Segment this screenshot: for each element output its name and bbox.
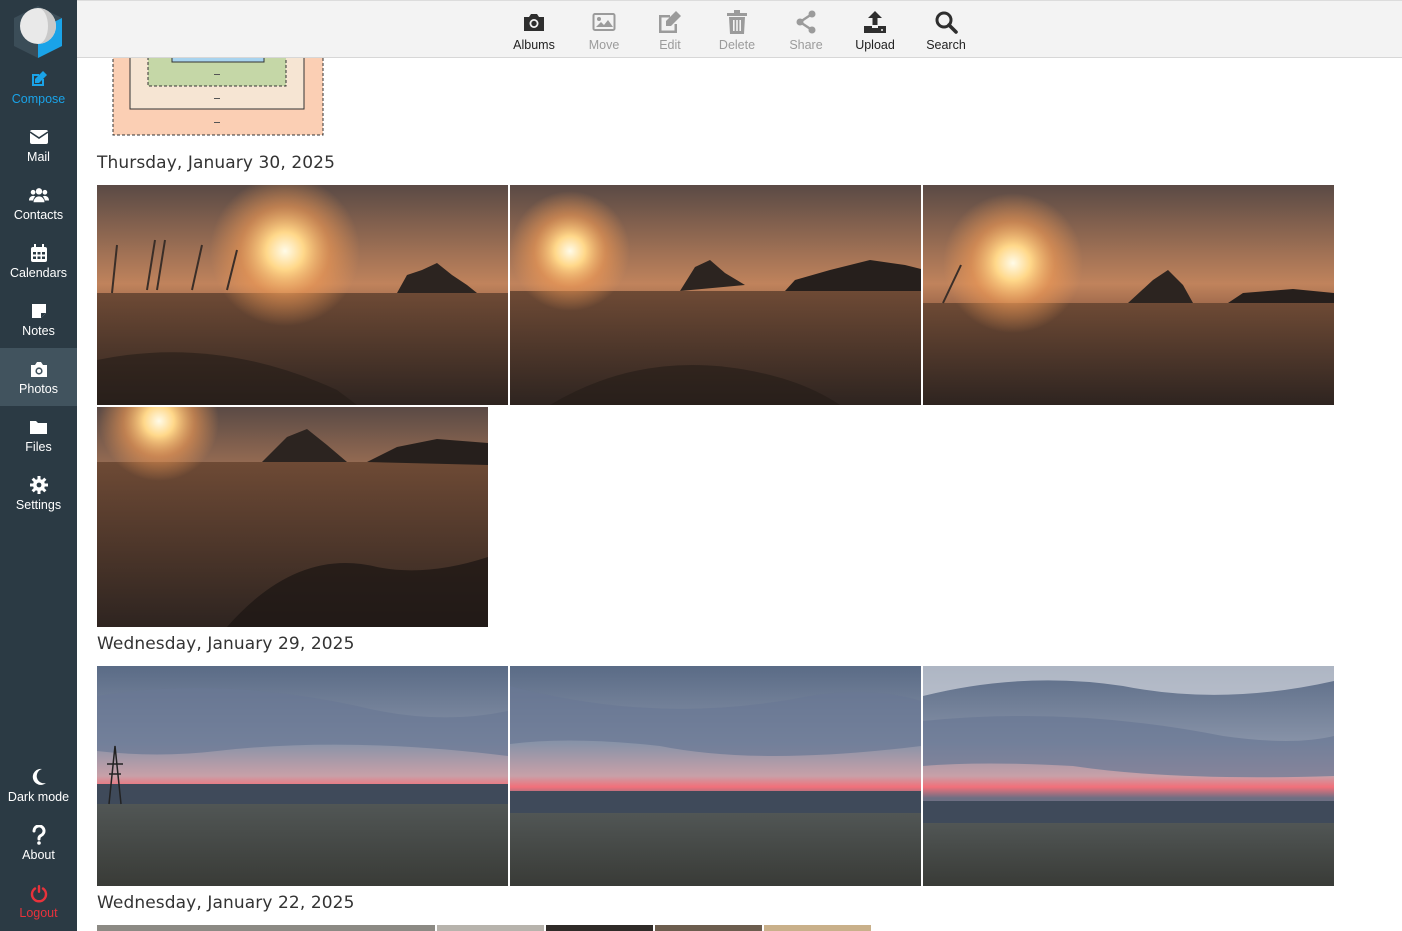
calendar-icon	[29, 243, 49, 263]
sidebar-item-mail[interactable]: Mail	[0, 116, 77, 174]
albums-label: Albums	[513, 38, 555, 52]
delete-button[interactable]: Delete	[702, 9, 772, 57]
upload-button[interactable]: Upload	[840, 9, 910, 57]
photo-timeline: Thursday, January 30, 2025 Wednesday, Ja…	[77, 58, 1402, 931]
sidebar-item-photos[interactable]: Photos	[0, 348, 77, 406]
sidebar-item-label: Dark mode	[7, 790, 70, 804]
photo-thumbnail[interactable]	[510, 666, 921, 886]
photo-thumbnail[interactable]	[97, 666, 508, 886]
contacts-icon	[28, 185, 49, 205]
app-logo	[12, 4, 64, 58]
compose-icon	[29, 69, 49, 89]
notes-icon	[29, 301, 49, 321]
photo-thumbnail[interactable]	[97, 407, 488, 627]
photo-thumbnail[interactable]	[97, 925, 435, 931]
share-button[interactable]: Share	[771, 9, 841, 57]
folder-icon	[29, 417, 49, 437]
toolbar: Albums Move Edit Delete Share Upload Sea…	[77, 0, 1402, 58]
sidebar-item-settings[interactable]: Settings	[0, 464, 77, 522]
logout-button[interactable]: Logout	[0, 872, 77, 930]
camera-icon	[29, 359, 49, 379]
photo-thumbnail[interactable]	[510, 185, 921, 405]
photo-thumbnail[interactable]	[112, 58, 324, 136]
photo-thumbnail[interactable]	[923, 666, 1334, 886]
search-label: Search	[926, 38, 966, 52]
edit-label: Edit	[659, 38, 681, 52]
sidebar-item-label: Photos	[19, 382, 58, 396]
move-button[interactable]: Move	[569, 9, 639, 57]
sidebar-item-label: Compose	[11, 92, 66, 106]
date-heading: Wednesday, January 29, 2025	[97, 634, 355, 654]
sidebar-item-about[interactable]: About	[0, 814, 77, 872]
search-icon	[933, 9, 959, 35]
photo-thumbnail[interactable]	[546, 925, 653, 931]
sidebar-item-label: Settings	[15, 498, 62, 512]
photo-thumbnail[interactable]	[437, 925, 544, 931]
image-icon	[591, 9, 617, 35]
upload-label: Upload	[855, 38, 895, 52]
mail-icon	[29, 127, 49, 147]
date-heading: Thursday, January 30, 2025	[97, 153, 336, 173]
gear-icon	[29, 475, 49, 495]
sidebar-item-label: Contacts	[13, 208, 64, 222]
date-heading: Wednesday, January 22, 2025	[97, 893, 355, 913]
photo-thumbnail[interactable]	[97, 185, 508, 405]
sidebar-item-label: Calendars	[10, 266, 67, 280]
sidebar-item-label: Notes	[22, 324, 55, 338]
upload-icon	[862, 9, 888, 35]
sidebar-item-calendars[interactable]: Calendars	[0, 232, 77, 290]
photo-thumbnail[interactable]	[764, 925, 871, 931]
dark-mode-toggle[interactable]: Dark mode	[0, 756, 77, 814]
albums-button[interactable]: Albums	[499, 9, 569, 57]
power-icon	[29, 883, 49, 903]
delete-label: Delete	[718, 38, 756, 52]
sidebar: Compose Mail Contacts Calendars Notes Ph…	[0, 0, 77, 931]
moon-icon	[29, 767, 49, 787]
edit-icon	[657, 9, 683, 35]
photo-thumbnail[interactable]	[923, 185, 1334, 405]
sidebar-item-label: Logout	[19, 906, 58, 920]
sidebar-item-label: Mail	[27, 150, 50, 164]
move-label: Move	[588, 38, 620, 52]
search-button[interactable]: Search	[911, 9, 981, 57]
sidebar-item-notes[interactable]: Notes	[0, 290, 77, 348]
edit-button[interactable]: Edit	[635, 9, 705, 57]
question-icon	[29, 825, 49, 845]
sidebar-item-label: About	[22, 848, 55, 862]
photo-thumbnail[interactable]	[655, 925, 762, 931]
sidebar-item-compose[interactable]: Compose	[0, 58, 77, 116]
share-label: Share	[789, 38, 823, 52]
sidebar-item-contacts[interactable]: Contacts	[0, 174, 77, 232]
camera-icon	[521, 9, 547, 35]
share-icon	[793, 9, 819, 35]
sidebar-item-files[interactable]: Files	[0, 406, 77, 464]
sidebar-item-label: Files	[25, 440, 52, 454]
trash-icon	[724, 9, 750, 35]
